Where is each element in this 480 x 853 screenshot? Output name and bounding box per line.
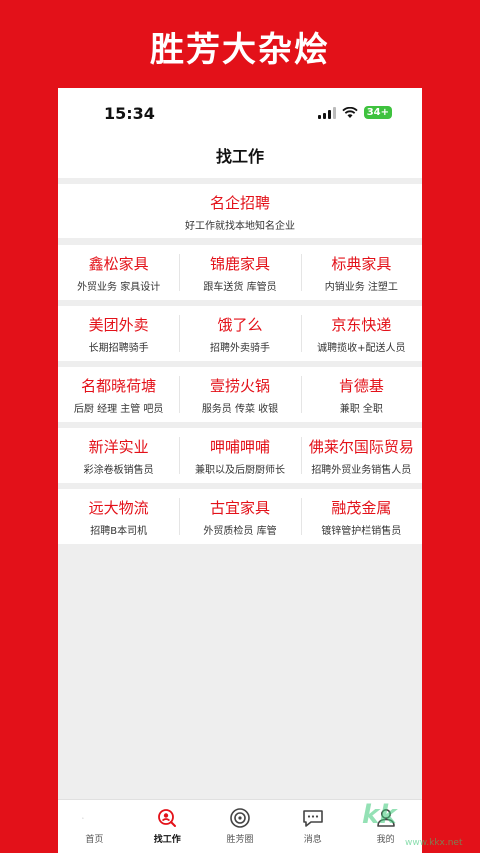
- featured-title: 名企招聘: [209, 194, 270, 212]
- company-name: 壹捞火锅: [209, 377, 270, 395]
- company-desc: 招聘外贸业务销售人员: [311, 465, 412, 476]
- company-name: 京东快递: [331, 316, 392, 334]
- company-row: 鑫松家具外贸业务 家具设计 锦鹿家具跟车送货 库管员 标典家具内销业务 注塑工: [58, 245, 422, 300]
- wifi-icon: [342, 106, 358, 118]
- watermark-logo: kk: [362, 800, 397, 830]
- company-card[interactable]: 标典家具内销业务 注塑工: [300, 245, 422, 300]
- job-search-icon: [158, 809, 177, 827]
- battery-icon: 34+: [363, 106, 392, 119]
- company-desc: 招聘外卖骑手: [209, 343, 270, 354]
- company-desc: 兼职 全职: [339, 404, 383, 415]
- company-row: 美团外卖长期招聘骑手 饿了么招聘外卖骑手 京东快递诚聘揽收+配送人员: [58, 306, 422, 361]
- company-desc: 后厨 经理 主管 吧员: [73, 404, 164, 415]
- company-desc: 彩涂卷板销售员: [83, 465, 154, 476]
- company-card[interactable]: 名都晓荷塘后厨 经理 主管 吧员: [58, 367, 179, 422]
- company-card[interactable]: 饿了么 招聘外卖骑手: [179, 306, 300, 361]
- company-grid: 鑫松家具 外贸业务 家具设计 锦鹿家具 跟车送货 库管员 标典家具 内销业务 注塑工 …: [58, 245, 422, 550]
- company-card[interactable]: 锦鹿家具跟车送货 库管员: [179, 245, 300, 300]
- company-name: 远大物流: [88, 499, 149, 517]
- company-desc: 镀锌管护栏销售员: [321, 526, 402, 537]
- status-icons: 34+: [317, 106, 392, 119]
- company-name: 鑫松家具: [88, 255, 149, 273]
- company-desc: 外贸业务 家具设计: [77, 282, 161, 293]
- company-row: 名都晓荷塘后厨 经理 主管 吧员 壹捞火锅服务员 传菜 收银 肯德基兼职 全职: [58, 367, 422, 422]
- page-title: 找工作: [215, 147, 264, 166]
- home-icon: [82, 817, 84, 819]
- company-name: 呷哺呷哺: [209, 438, 270, 456]
- company-name: 新洋实业: [88, 438, 149, 456]
- company-name: 古宜家具: [209, 499, 270, 517]
- company-name: 肯德基: [338, 377, 384, 395]
- company-desc: 招聘B本司机: [90, 526, 148, 537]
- tab-label: 首页: [85, 835, 104, 845]
- nav-bar: 找工作: [58, 136, 422, 178]
- company-name: 美团外卖: [88, 316, 149, 334]
- status-bar: 15:34 34+: [58, 88, 422, 136]
- tab-label: 胜芳圈: [226, 835, 254, 845]
- tab-find-job[interactable]: 找工作: [131, 800, 204, 853]
- company-card[interactable]: 鑫松家具外贸业务 家具设计: [58, 245, 179, 300]
- company-desc: 内销业务 注塑工: [324, 282, 398, 293]
- company-desc: 跟车送货 库管员: [203, 282, 277, 293]
- tab-label: 找工作: [153, 835, 181, 845]
- company-card[interactable]: 融茂金属镀锌管护栏销售员: [300, 489, 422, 544]
- company-name: 饿了么: [217, 316, 263, 334]
- company-card[interactable]: 佛莱尔国际贸易招聘外贸业务销售人员: [300, 428, 422, 483]
- company-card[interactable]: 肯德基 兼职 全职: [300, 367, 422, 422]
- phone-screen: 15:34 34+ 找工作 名企招聘 好工作就找本地知名企业 鑫松家具外贸业务 …: [58, 88, 422, 853]
- featured-subtitle: 好工作就找本地知名企业: [185, 221, 295, 232]
- app-title: 胜芳大杂烩: [150, 30, 330, 70]
- company-row: 新洋实业彩涂卷板销售员 呷哺呷哺兼职以及后厨厨师长 佛莱尔国际贸易招聘外贸业务销…: [58, 428, 422, 483]
- company-row: 远大物流招聘B本司机 古宜家具外贸质检员 库管 融茂金属镀锌管护栏销售员: [58, 489, 422, 544]
- company-card[interactable]: 呷哺呷哺兼职以及后厨厨师长: [179, 428, 300, 483]
- company-desc: 服务员 传菜 收银: [201, 404, 279, 415]
- company-desc: 诚聘揽收+配送人员: [317, 343, 406, 354]
- tab-home[interactable]: 首页: [58, 800, 131, 853]
- tab-messages[interactable]: 消息: [276, 800, 349, 853]
- company-card[interactable]: 京东快递诚聘揽收+配送人员: [300, 306, 422, 361]
- company-name: 名都晓荷塘: [81, 377, 157, 395]
- circle-icon: [230, 808, 250, 828]
- company-desc: 外贸质检员 库管: [203, 526, 277, 537]
- company-card[interactable]: 古宜家具外贸质检员 库管: [179, 489, 300, 544]
- company-card[interactable]: 壹捞火锅服务员 传菜 收银: [179, 367, 300, 422]
- tab-circle[interactable]: 胜芳圈: [204, 800, 277, 853]
- company-card[interactable]: 新洋实业彩涂卷板销售员: [58, 428, 179, 483]
- company-name: 融茂金属: [331, 499, 392, 517]
- signal-icon: [317, 106, 336, 119]
- watermark-url: www.kkx.net: [405, 838, 463, 848]
- company-card[interactable]: 美团外卖长期招聘骑手: [58, 306, 179, 361]
- company-name: 佛莱尔国际贸易: [308, 438, 414, 456]
- company-desc: 长期招聘骑手: [88, 343, 149, 354]
- status-time: 15:34: [104, 104, 155, 123]
- company-desc: 兼职以及后厨厨师长: [194, 465, 285, 476]
- tab-label: 消息: [303, 835, 322, 845]
- company-name: 标典家具: [331, 255, 392, 273]
- company-card[interactable]: 远大物流招聘B本司机: [58, 489, 179, 544]
- featured-banner[interactable]: 名企招聘 好工作就找本地知名企业: [58, 184, 422, 238]
- company-name: 锦鹿家具: [209, 255, 270, 273]
- message-icon: [302, 810, 323, 827]
